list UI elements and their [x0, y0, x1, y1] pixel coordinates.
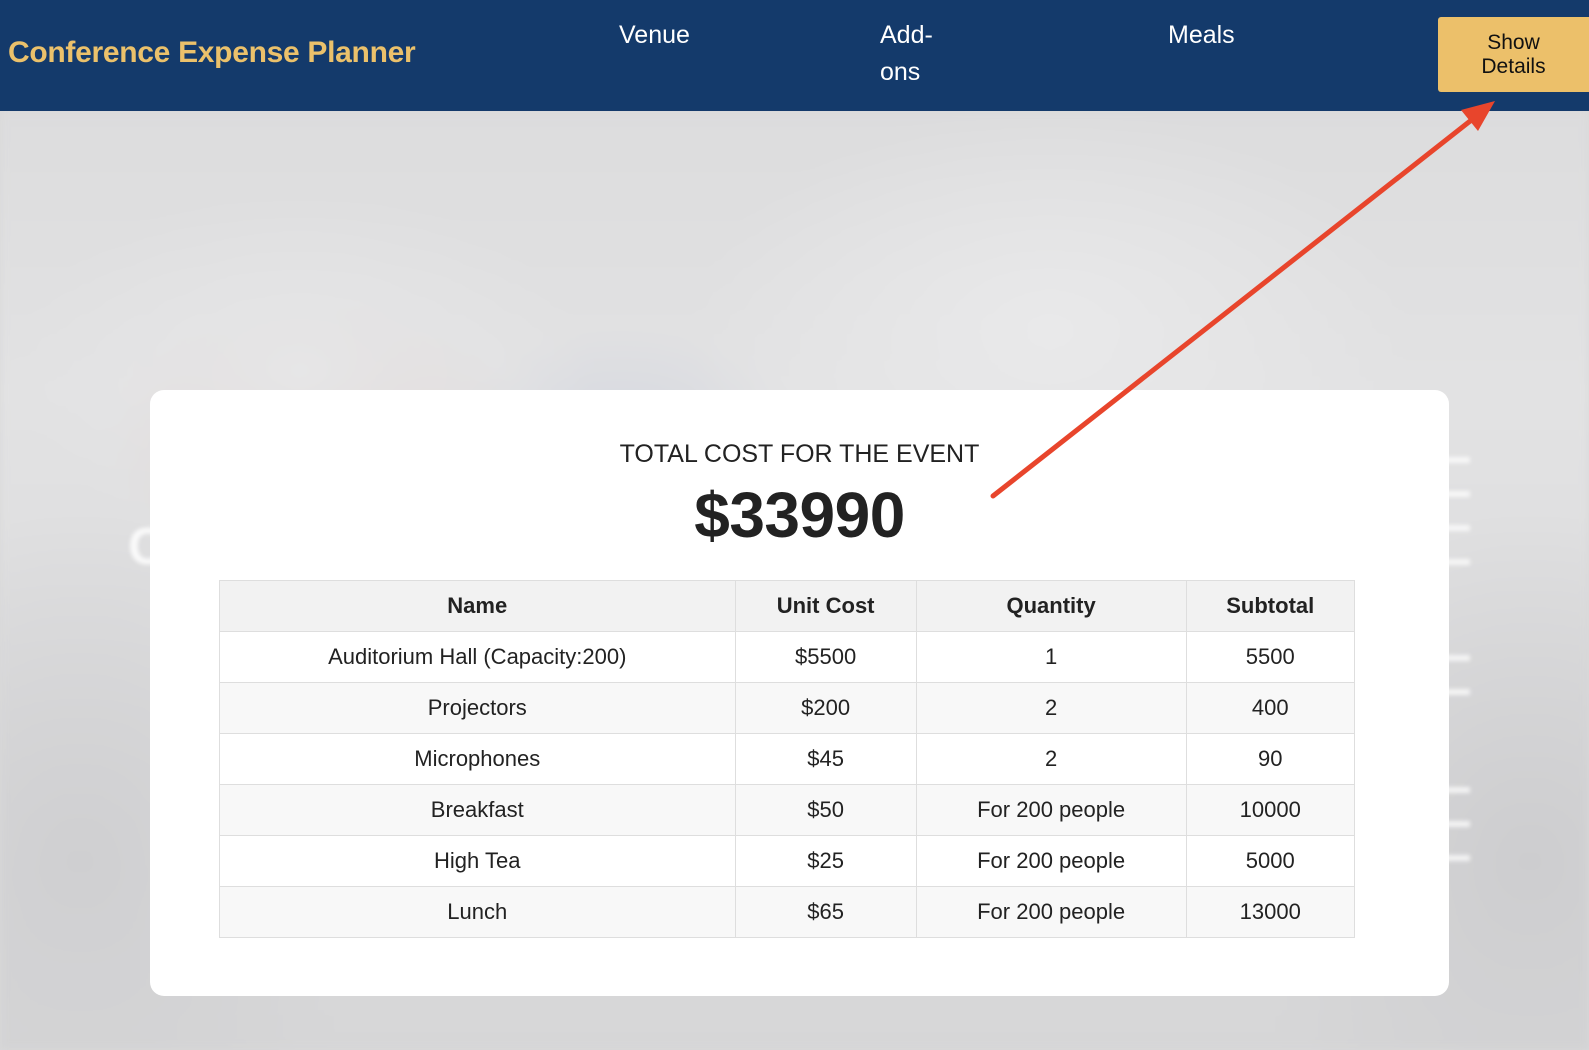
cell-subtotal: 5000 — [1185, 835, 1356, 887]
cost-summary-card: TOTAL COST FOR THE EVENT $33990 Name Uni… — [150, 390, 1449, 996]
total-cost-value: $33990 — [694, 479, 905, 551]
table-row: Projectors $200 2 400 — [219, 682, 1356, 734]
navbar: Conference Expense Planner Venue Add-ons… — [0, 0, 1589, 111]
cell-unit-cost: $200 — [734, 682, 917, 734]
cell-name: Projectors — [219, 682, 736, 734]
cell-name: High Tea — [219, 835, 736, 887]
table-header-row: Name Unit Cost Quantity Subtotal — [219, 580, 1356, 632]
table-row: Breakfast $50 For 200 people 10000 — [219, 784, 1356, 836]
table-row: Microphones $45 2 90 — [219, 733, 1356, 785]
cell-quantity: For 200 people — [915, 784, 1187, 836]
cell-name: Microphones — [219, 733, 736, 785]
cell-subtotal: 5500 — [1185, 631, 1356, 683]
cell-unit-cost: $5500 — [734, 631, 917, 683]
column-header-quantity: Quantity — [915, 580, 1187, 632]
table-row: Lunch $65 For 200 people 13000 — [219, 886, 1356, 938]
cell-name: Breakfast — [219, 784, 736, 836]
cell-name: Auditorium Hall (Capacity:200) — [219, 631, 736, 683]
table-row: High Tea $25 For 200 people 5000 — [219, 835, 1356, 887]
column-header-subtotal: Subtotal — [1185, 580, 1356, 632]
nav-link-venue[interactable]: Venue — [619, 17, 690, 54]
cell-name: Lunch — [219, 886, 736, 938]
app-title[interactable]: Conference Expense Planner — [8, 36, 416, 70]
cost-breakdown-table: Name Unit Cost Quantity Subtotal Auditor… — [219, 580, 1356, 938]
cell-quantity: 2 — [915, 682, 1187, 734]
cell-quantity: 2 — [915, 733, 1187, 785]
nav-link-meals[interactable]: Meals — [1168, 17, 1235, 54]
column-header-name: Name — [219, 580, 736, 632]
nav-link-addons[interactable]: Add-ons — [880, 17, 960, 91]
cell-subtotal: 10000 — [1185, 784, 1356, 836]
cell-unit-cost: $45 — [734, 733, 917, 785]
column-header-unit-cost: Unit Cost — [734, 580, 917, 632]
cell-subtotal: 90 — [1185, 733, 1356, 785]
table-row: Auditorium Hall (Capacity:200) $5500 1 5… — [219, 631, 1356, 683]
cell-unit-cost: $25 — [734, 835, 917, 887]
cell-quantity: 1 — [915, 631, 1187, 683]
cell-unit-cost: $50 — [734, 784, 917, 836]
cell-subtotal: 13000 — [1185, 886, 1356, 938]
cell-subtotal: 400 — [1185, 682, 1356, 734]
total-cost-label: TOTAL COST FOR THE EVENT — [619, 440, 980, 468]
cell-quantity: For 200 people — [915, 886, 1187, 938]
cell-unit-cost: $65 — [734, 886, 917, 938]
show-details-button[interactable]: Show Details — [1438, 17, 1589, 92]
cell-quantity: For 200 people — [915, 835, 1187, 887]
